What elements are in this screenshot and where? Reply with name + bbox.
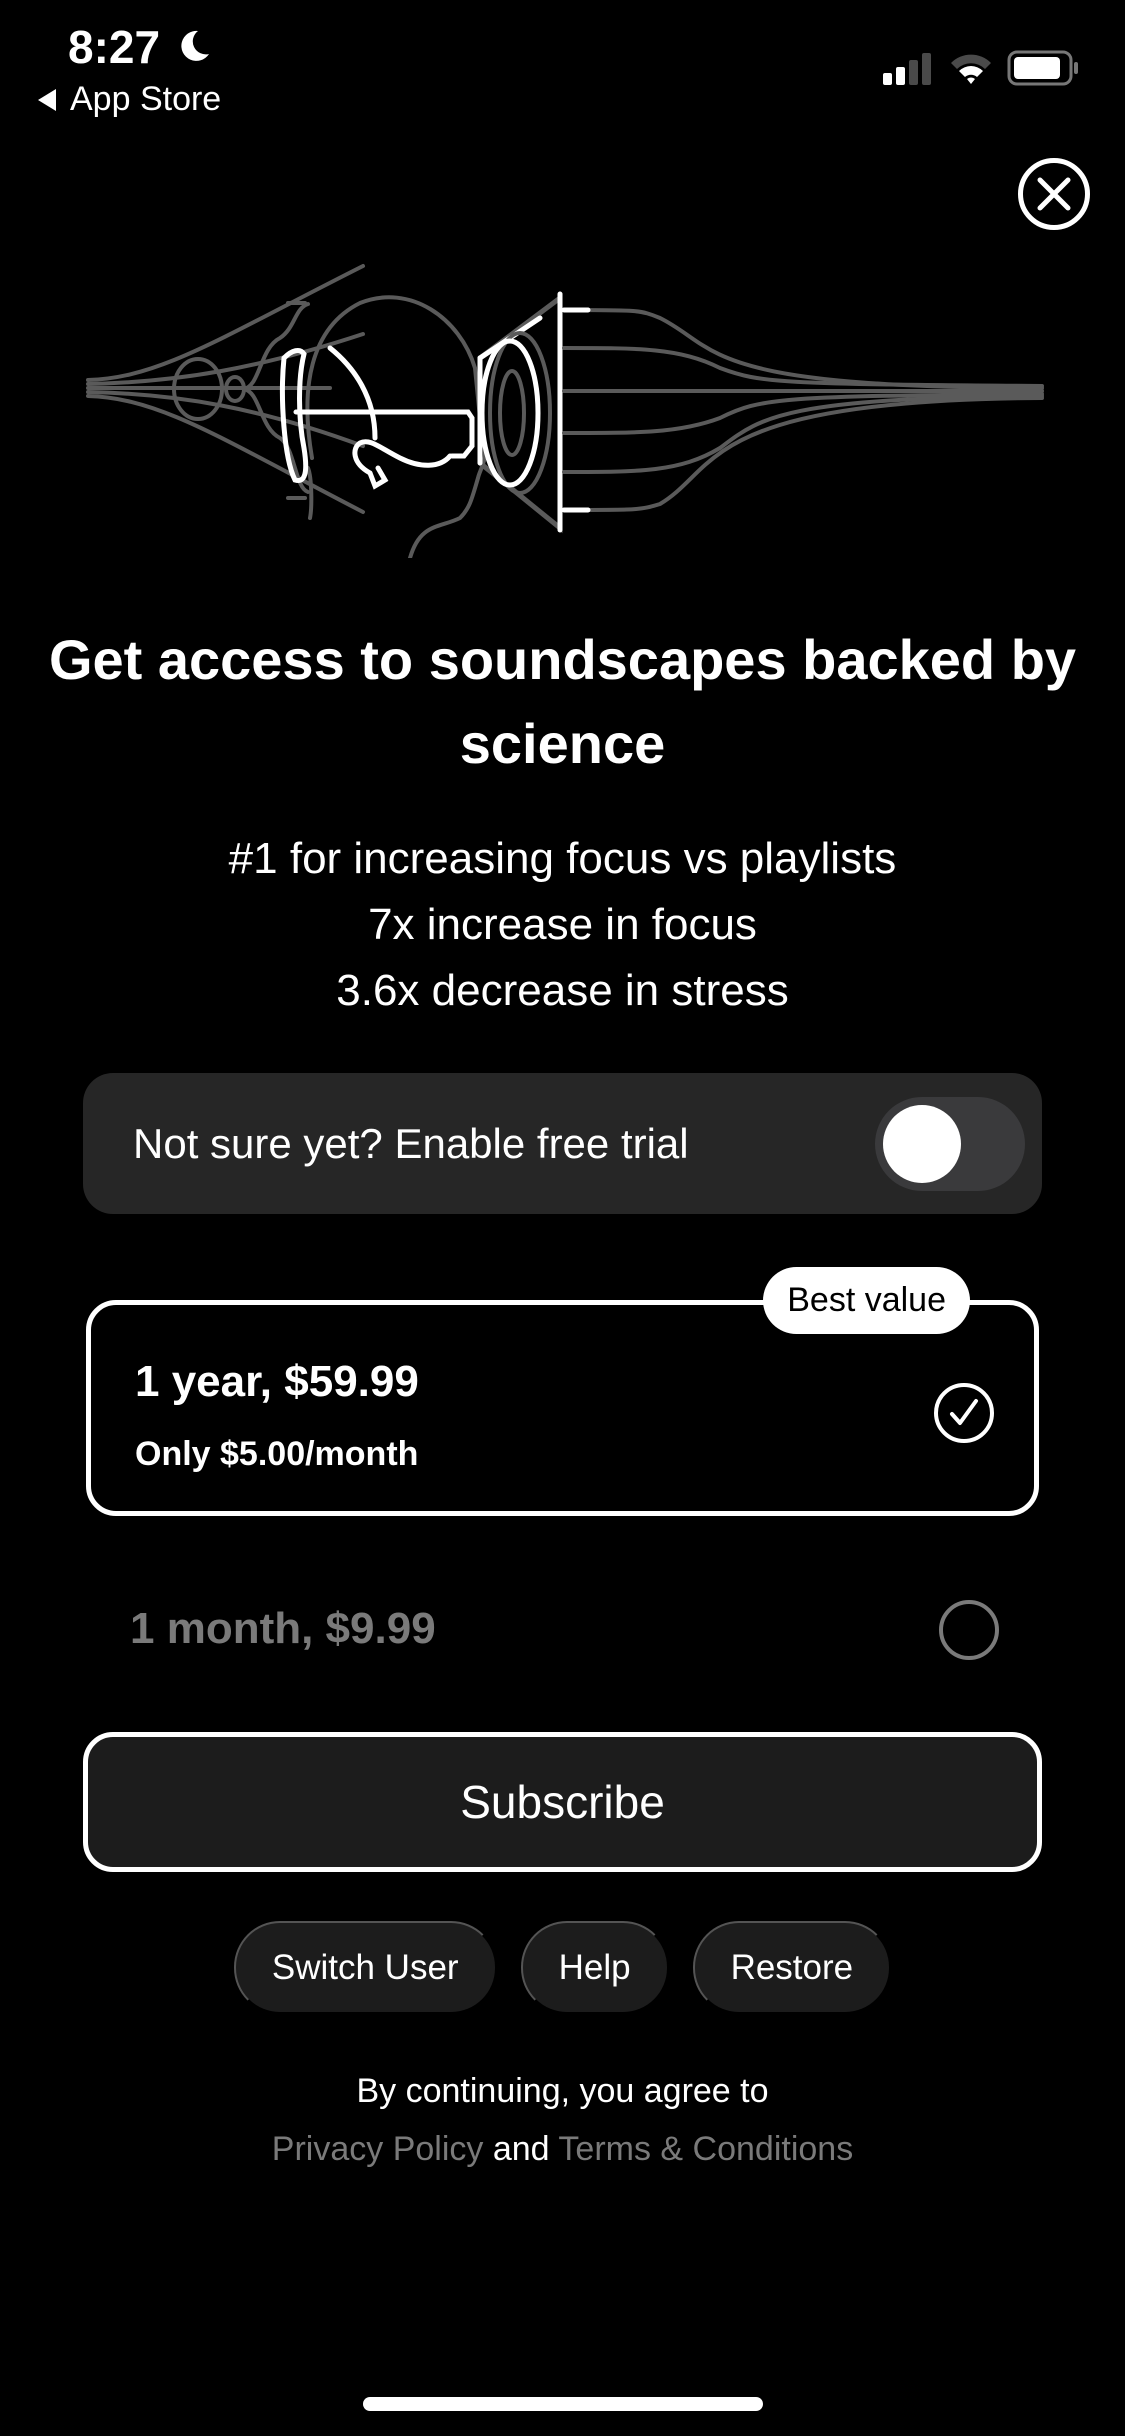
legal-notice: By continuing, you agree to Privacy Poli… bbox=[0, 2062, 1125, 2178]
back-triangle-icon bbox=[38, 88, 56, 111]
close-icon bbox=[1037, 177, 1071, 211]
benefit-item: 7x increase in focus bbox=[368, 900, 757, 949]
head-with-soundwaves-illustration bbox=[86, 264, 1044, 558]
moon-icon bbox=[181, 30, 209, 61]
privacy-policy-link[interactable]: Privacy Policy bbox=[272, 2130, 484, 2168]
subscribe-button[interactable]: Subscribe bbox=[83, 1732, 1042, 1872]
wifi-icon bbox=[951, 54, 991, 84]
status-bar: 8:27 App Store bbox=[0, 0, 1125, 130]
plan-option-monthly[interactable]: 1 month, $9.99 bbox=[86, 1580, 1039, 1680]
free-trial-row: Not sure yet? Enable free trial bbox=[83, 1073, 1042, 1214]
best-value-badge: Best value bbox=[763, 1267, 970, 1334]
free-trial-label: Not sure yet? Enable free trial bbox=[133, 1119, 689, 1167]
plan-title: 1 month, $9.99 bbox=[130, 1604, 436, 1653]
status-time: 8:27 bbox=[68, 21, 161, 73]
legal-prefix: By continuing, you agree to bbox=[356, 2072, 769, 2110]
page-title: Get access to soundscapes backed by scie… bbox=[48, 628, 1077, 775]
benefit-item: 3.6x decrease in stress bbox=[336, 966, 789, 1015]
head-outline bbox=[286, 295, 488, 558]
battery-icon bbox=[1007, 50, 1078, 86]
restore-button[interactable]: Restore bbox=[692, 1921, 892, 2014]
home-indicator[interactable] bbox=[363, 2397, 763, 2411]
back-to-app-store[interactable]: App Store bbox=[38, 80, 221, 119]
free-trial-toggle[interactable] bbox=[875, 1097, 1025, 1191]
back-app-label: App Store bbox=[70, 80, 222, 118]
legal-conjunction: and bbox=[492, 2130, 550, 2168]
cellular-signal-icon bbox=[883, 53, 931, 85]
checkmark-icon bbox=[950, 1399, 978, 1425]
status-icons bbox=[881, 50, 1081, 86]
plan-radio-selected[interactable] bbox=[934, 1383, 994, 1443]
right-fanning-lines bbox=[562, 308, 1044, 512]
plan-title: 1 year, $59.99 bbox=[135, 1357, 419, 1406]
close-button[interactable] bbox=[1018, 158, 1090, 230]
speaker-cone bbox=[477, 291, 563, 534]
plan-radio-unselected[interactable] bbox=[939, 1600, 999, 1660]
benefit-item: #1 for increasing focus vs playlists bbox=[228, 834, 897, 883]
help-button[interactable]: Help bbox=[520, 1921, 669, 2014]
toggle-knob bbox=[883, 1105, 961, 1183]
terms-link[interactable]: Terms & Conditions bbox=[558, 2130, 853, 2168]
plan-subtitle: Only $5.00/month bbox=[135, 1435, 419, 1473]
plan-option-yearly[interactable]: Best value 1 year, $59.99 Only $5.00/mon… bbox=[86, 1267, 1039, 1516]
switch-user-button[interactable]: Switch User bbox=[233, 1921, 497, 2014]
benefits-list: #1 for increasing focus vs playlists 7x … bbox=[40, 826, 1085, 1024]
connector-highlights bbox=[561, 307, 591, 513]
footer-actions: Switch User Help Restore bbox=[0, 1921, 1125, 2014]
